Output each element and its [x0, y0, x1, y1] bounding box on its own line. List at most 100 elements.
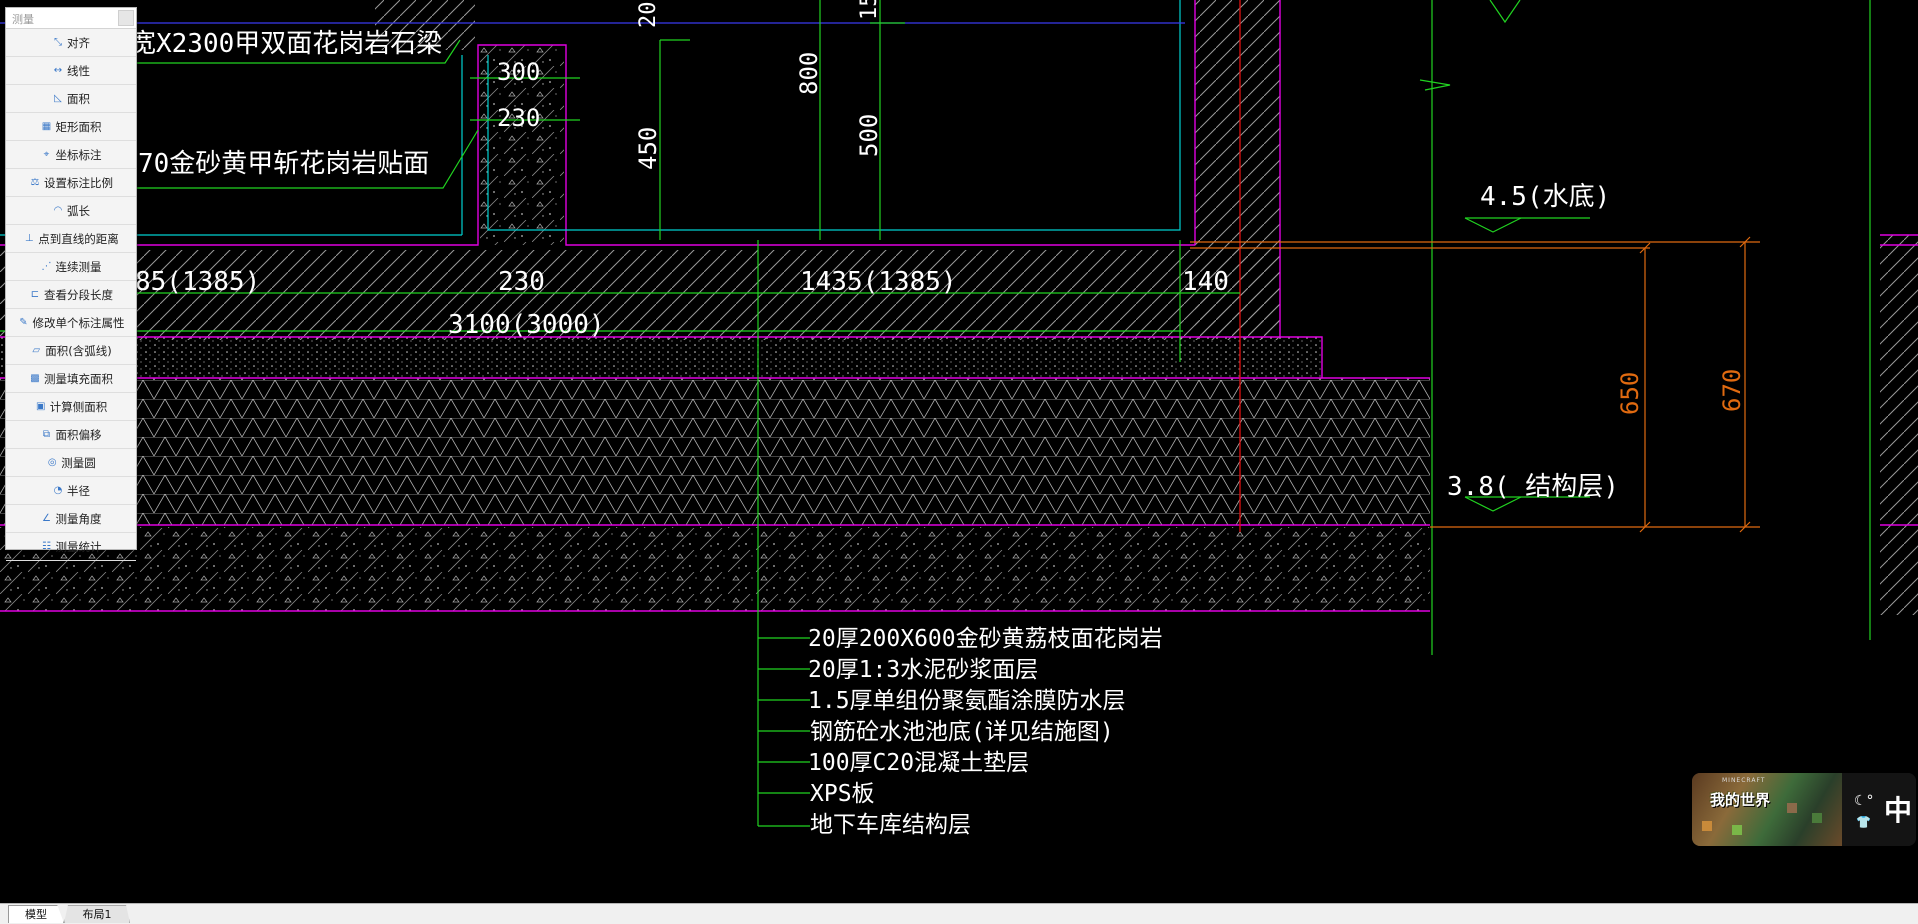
fill-area-icon: ▩ — [30, 372, 40, 384]
layout-tab-bar: 模型 布局1 — [0, 903, 1918, 924]
dim-230-bottom: 230 — [498, 267, 545, 297]
measure-tool-scale[interactable]: ⚖ 设置标注比例 — [6, 169, 136, 197]
game-banner[interactable]: MINECRAFT 我的世界 — [1692, 773, 1842, 846]
pixel-block — [1702, 821, 1712, 831]
measure-tool-edit-dim[interactable]: ✎ 修改单个标注属性 — [6, 309, 136, 337]
measure-tool-rect-area[interactable]: ▦ 矩形面积 — [6, 113, 136, 141]
arc-icon: ◠ — [53, 204, 63, 216]
measure-tool-label: 修改单个标注属性 — [32, 315, 125, 330]
measure-tool-arc-area[interactable]: ▱ 面积(含弧线) — [6, 337, 136, 365]
measure-tool-label: 点到直线的距离 — [38, 231, 119, 246]
measure-tool-label: 面积偏移 — [55, 427, 102, 442]
measure-tool-label: 连续测量 — [55, 259, 102, 274]
hatch-gravel-layer — [0, 337, 1322, 377]
game-widget[interactable]: MINECRAFT 我的世界 ☾° 👕 中 — [1692, 773, 1916, 846]
measure-tool-side-area[interactable]: ▣ 计算侧面积 — [6, 393, 136, 421]
angle-icon: ∠ — [42, 512, 51, 524]
measure-tool-label: 测量角度 — [55, 511, 102, 526]
linear-icon: ↔ — [53, 64, 63, 76]
measure-tool-radius[interactable]: ◔ 半径 — [6, 477, 136, 505]
shirt-icon[interactable]: 👕 — [1856, 815, 1871, 829]
pixel-block — [1787, 803, 1797, 813]
measure-tool-circle[interactable]: ◎ 测量圆 — [6, 449, 136, 477]
layer-1: 20厚200X600金砂黄荔枝面花岗岩 — [808, 626, 1163, 652]
measure-tool-label: 面积(含弧线) — [45, 343, 112, 358]
dim-650: 650 — [1616, 372, 1644, 415]
layer-5: 100厚C20混凝土垫层 — [808, 750, 1029, 776]
dim-450: 450 — [634, 127, 662, 170]
scale-icon: ⚖ — [30, 176, 40, 188]
dim-left-1385: 85(1385) — [135, 267, 260, 297]
continuous-icon: ⋰ — [41, 260, 52, 272]
measure-tool-label: 坐标标注 — [55, 147, 102, 162]
dim-1435: 1435(1385) — [800, 267, 957, 297]
measure-tool-label: 线性 — [67, 63, 90, 78]
stats-icon: ☷ — [42, 540, 51, 552]
measure-tool-label: 对齐 — [67, 35, 90, 50]
segment-icon: ⊏ — [30, 288, 40, 300]
layer-leader-ticks — [758, 637, 810, 827]
dim-670: 670 — [1718, 369, 1746, 412]
ime-indicator[interactable]: 中 — [1884, 789, 1912, 829]
beam-label: 宽X2300甲双面花岗岩石梁 — [130, 29, 442, 59]
rect-area-icon: ▦ — [41, 120, 52, 132]
measure-tool-linear[interactable]: ↔ 线性 — [6, 57, 136, 85]
area-offset-icon: ⧉ — [42, 428, 51, 440]
measure-tool-coordinate[interactable]: ⌖ 坐标标注 — [6, 141, 136, 169]
dim-15: 15 — [857, 0, 882, 20]
hatch-xps-layer — [0, 378, 1430, 525]
measure-tool-segment[interactable]: ⊏ 查看分段长度 — [6, 281, 136, 309]
panel-title-bar[interactable]: 测量 — [6, 8, 136, 29]
layer-7: 地下车库结构层 — [810, 812, 971, 838]
measure-panel[interactable]: 测量 ⤡ 对齐 ↔ 线性 ◺ 面积 ▦ 矩形面积 ⌖ 坐标标注 ⚖ 设置标注比例 ◠ 弧长 ⊥ 点到直线的距离… — [5, 7, 137, 561]
arc-area-icon: ▱ — [32, 344, 41, 356]
tab-layout1[interactable]: 布局1 — [64, 905, 130, 923]
dim-140: 140 — [1182, 267, 1229, 297]
measure-tool-stats[interactable]: ☷ 测量统计 — [6, 533, 136, 561]
measure-tool-label: 测量填充面积 — [44, 371, 113, 386]
measure-tool-angle[interactable]: ∠ 测量角度 — [6, 505, 136, 533]
area-icon: ◺ — [54, 92, 62, 104]
coordinate-icon: ⌖ — [43, 148, 50, 160]
measure-tool-continuous[interactable]: ⋰ 连续测量 — [6, 253, 136, 281]
measure-tool-label: 弧长 — [67, 203, 90, 218]
game-logo-small: MINECRAFT — [1722, 777, 1766, 784]
cad-drawing-canvas[interactable]: 宽X2300甲双面花岗岩石梁 70金砂黄甲斩花岗岩贴面 300 230 20 1… — [0, 0, 1918, 923]
level-water: 4.5(水底) — [1480, 182, 1610, 212]
align-icon: ⤡ — [54, 36, 62, 48]
measure-tool-label: 测量圆 — [61, 455, 96, 470]
moon-icon[interactable]: ☾° — [1854, 793, 1874, 809]
face-label: 70金砂黄甲斩花岗岩贴面 — [138, 149, 429, 179]
layer-2: 20厚1:3水泥砂浆面层 — [808, 657, 1038, 683]
side-area-icon: ▣ — [36, 400, 46, 412]
measure-tool-label: 查看分段长度 — [44, 287, 113, 302]
measure-tool-label: 半径 — [67, 483, 90, 498]
game-logo-title: 我的世界 — [1710, 791, 1771, 809]
measure-tool-arc[interactable]: ◠ 弧长 — [6, 197, 136, 225]
tab-model[interactable]: 模型 — [8, 905, 64, 923]
tray-icons: ☾° 👕 中 — [1842, 773, 1916, 846]
measure-tool-label: 计算侧面积 — [49, 399, 108, 414]
dim-500: 500 — [855, 114, 883, 157]
measure-tool-point-line[interactable]: ⊥ 点到直线的距离 — [6, 225, 136, 253]
dim-230-top: 230 — [497, 104, 540, 132]
dim-300: 300 — [497, 58, 540, 86]
measure-tool-list: ⤡ 对齐 ↔ 线性 ◺ 面积 ▦ 矩形面积 ⌖ 坐标标注 ⚖ 设置标注比例 ◠ 弧长 ⊥ 点到直线的距离 ⋰ 连续… — [6, 29, 136, 561]
measure-tool-label: 设置标注比例 — [44, 175, 113, 190]
pixel-block — [1732, 825, 1742, 835]
pixel-block — [1812, 813, 1822, 823]
radius-icon: ◔ — [53, 484, 63, 496]
hatch-base-slab — [0, 527, 1430, 611]
measure-tool-label: 测量统计 — [55, 539, 102, 554]
panel-close-button[interactable] — [118, 10, 134, 26]
hatch-far-right — [1880, 235, 1918, 615]
measure-tool-area-offset[interactable]: ⧉ 面积偏移 — [6, 421, 136, 449]
measure-tool-align[interactable]: ⤡ 对齐 — [6, 29, 136, 57]
measure-tool-label: 矩形面积 — [55, 119, 102, 134]
dim-800: 800 — [795, 52, 823, 95]
layer-6: XPS板 — [810, 781, 875, 807]
measure-tool-area[interactable]: ◺ 面积 — [6, 85, 136, 113]
measure-tool-fill-area[interactable]: ▩ 测量填充面积 — [6, 365, 136, 393]
dim-3100: 3100(3000) — [448, 310, 605, 340]
edit-dim-icon: ✎ — [19, 316, 28, 328]
